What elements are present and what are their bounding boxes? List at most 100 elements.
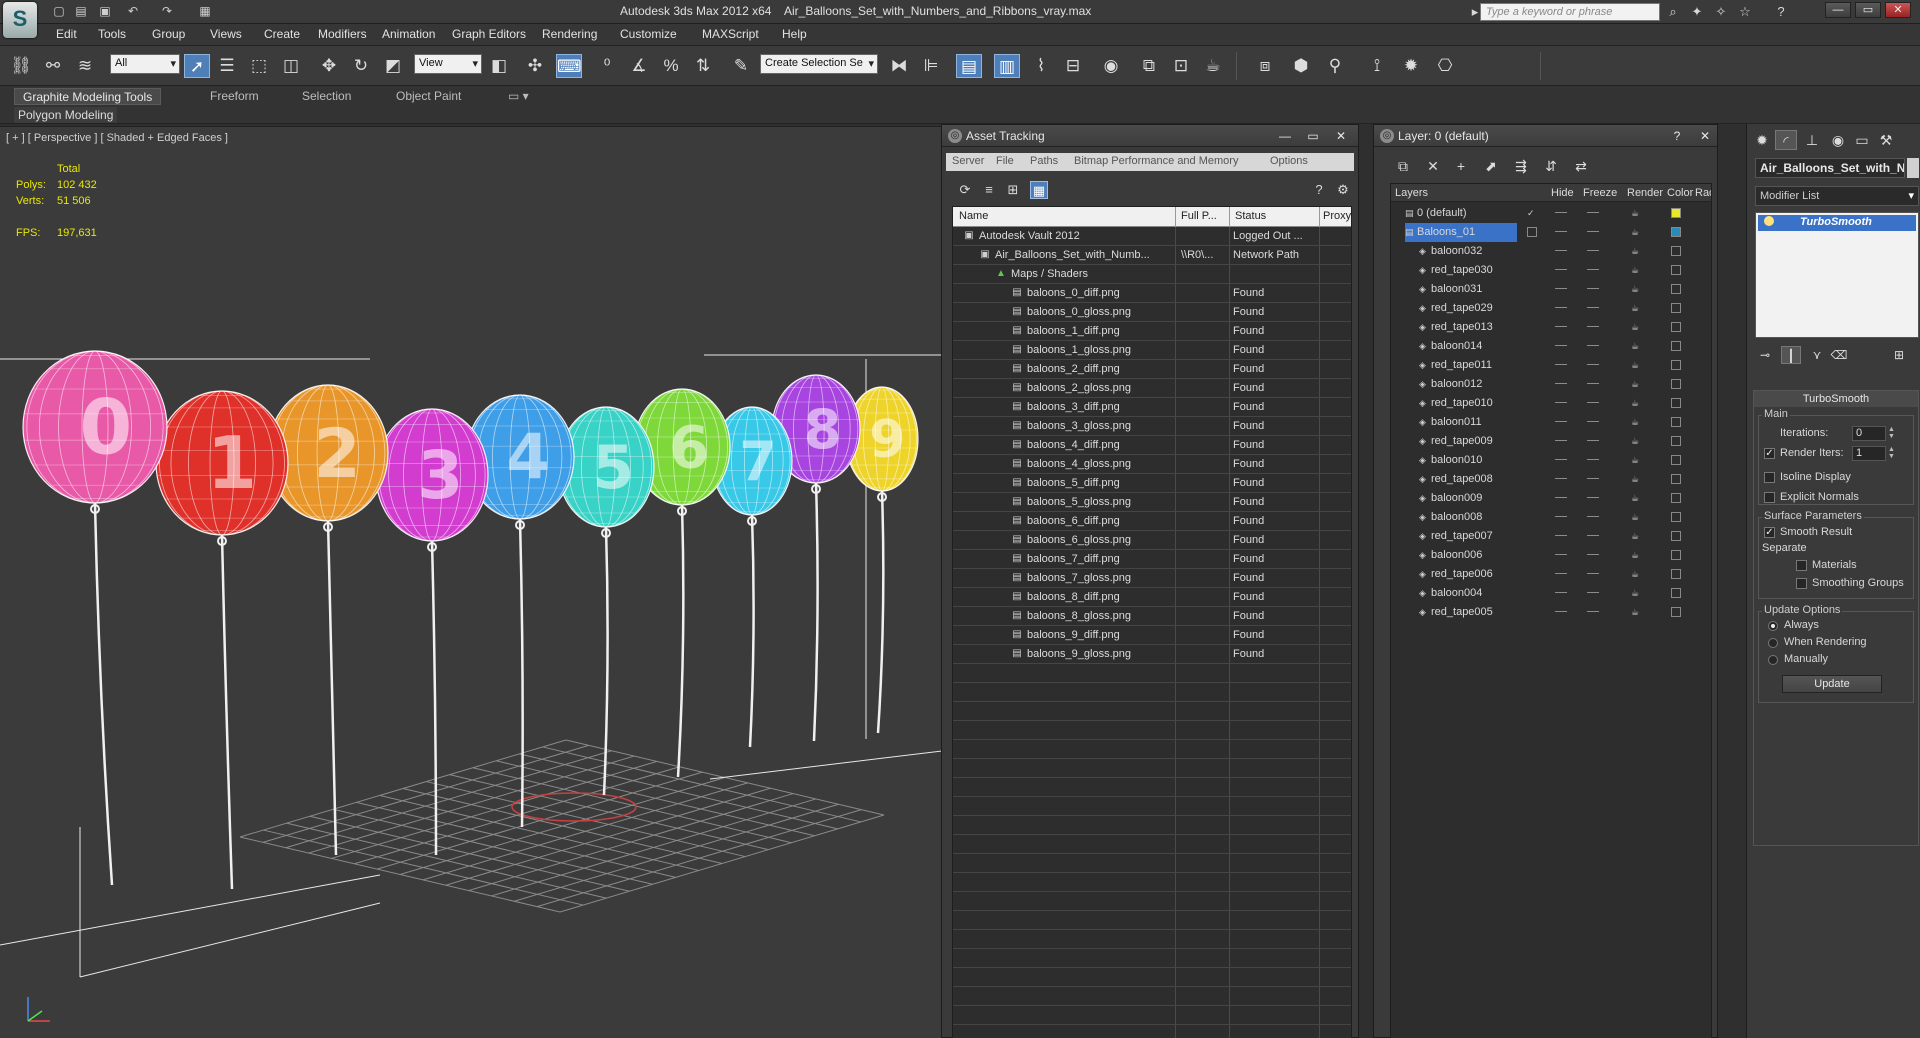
search-input[interactable]: Type a keyword or phrase <box>1480 3 1660 21</box>
asset-row[interactable]: ▤ baloons_2_diff.png Found <box>953 360 1351 379</box>
render-teapot-icon[interactable]: ☕ <box>1631 493 1641 503</box>
freeze-toggle[interactable] <box>1587 231 1599 232</box>
open-file-icon[interactable]: ▤ <box>72 3 90 20</box>
menu-create[interactable]: Create <box>264 27 300 41</box>
edit-named-selection-icon[interactable]: ✎ <box>728 54 754 78</box>
asset-menu-file[interactable]: File <box>996 155 1014 167</box>
freeze-toggle[interactable] <box>1587 250 1599 251</box>
turbosmooth-rollout-header[interactable]: TurboSmooth <box>1754 391 1918 407</box>
help-icon[interactable]: ? <box>1772 3 1790 21</box>
vray-physical-camera-icon[interactable]: ⎔ <box>1432 54 1458 78</box>
color-swatch[interactable] <box>1671 341 1681 351</box>
freeze-toggle[interactable] <box>1587 345 1599 346</box>
tab-object-paint[interactable]: Object Paint <box>388 88 469 105</box>
asset-row[interactable]: ▤ baloons_5_gloss.png Found <box>953 493 1351 512</box>
asset-row[interactable]: ▤ baloons_6_diff.png Found <box>953 512 1351 531</box>
freeze-toggle[interactable] <box>1587 212 1599 213</box>
modifier-list-dropdown[interactable]: Modifier List <box>1755 186 1919 206</box>
asset-tracking-titlebar[interactable]: ◎ Asset Tracking — ▭ ✕ <box>942 125 1358 147</box>
asset-row[interactable]: ▤ baloons_1_gloss.png Found <box>953 341 1351 360</box>
render-teapot-icon[interactable]: ☕ <box>1631 474 1641 484</box>
minimize-button[interactable]: — <box>1825 2 1851 18</box>
color-swatch[interactable] <box>1671 360 1681 370</box>
asset-help-icon[interactable]: ? <box>1310 181 1328 199</box>
show-end-result-icon[interactable]: ┃ <box>1781 346 1801 364</box>
col-status[interactable]: Status <box>1235 210 1266 222</box>
render-teapot-icon[interactable]: ☕ <box>1631 607 1641 617</box>
freeze-toggle[interactable] <box>1587 364 1599 365</box>
menu-rendering[interactable]: Rendering <box>542 27 597 41</box>
menu-group[interactable]: Group <box>152 27 185 41</box>
when-rendering-radio[interactable] <box>1768 638 1778 648</box>
col-freeze[interactable]: Freeze <box>1583 187 1617 199</box>
freeze-toggle[interactable] <box>1587 402 1599 403</box>
freeze-toggle[interactable] <box>1587 592 1599 593</box>
window-crossing-icon[interactable]: ◫ <box>278 54 304 78</box>
color-swatch[interactable] <box>1671 417 1681 427</box>
select-and-manipulate-icon[interactable]: ✣ <box>522 54 548 78</box>
keyboard-shortcut-override-icon[interactable]: ⌨ <box>556 54 582 78</box>
color-swatch[interactable] <box>1671 474 1681 484</box>
render-teapot-icon[interactable]: ☕ <box>1631 550 1641 560</box>
hide-toggle[interactable] <box>1555 459 1567 460</box>
select-and-scale-icon[interactable]: ◩ <box>380 54 406 78</box>
layer-object-row[interactable]: ◈ red_tape010 ☕ <box>1391 394 1711 413</box>
hide-toggle[interactable] <box>1555 535 1567 536</box>
asset-row[interactable]: ▣ Autodesk Vault 2012 Logged Out ... <box>953 227 1351 246</box>
schematic-view-icon[interactable]: ⊟ <box>1060 54 1086 78</box>
align-icon[interactable]: ⊫ <box>918 54 944 78</box>
menu-customize[interactable]: Customize <box>620 27 677 41</box>
layer-manager-icon[interactable]: ▤ <box>956 54 982 78</box>
vray-proxy-icon[interactable]: ⟟ <box>1364 54 1390 78</box>
freeze-toggle[interactable] <box>1587 497 1599 498</box>
render-teapot-icon[interactable]: ☕ <box>1631 303 1641 313</box>
asset-maximize-button[interactable]: ▭ <box>1300 128 1326 144</box>
color-swatch[interactable] <box>1671 379 1681 389</box>
update-button[interactable]: Update <box>1782 675 1882 693</box>
layer-object-row[interactable]: ◈ red_tape005 ☕ <box>1391 603 1711 622</box>
render-iters-spinner[interactable]: 1 <box>1852 446 1886 461</box>
perspective-viewport[interactable]: 9876543210 [ + ] [ Perspective ] [ Shade… <box>0 126 942 1038</box>
motion-tab-icon[interactable]: ◉ <box>1827 130 1849 150</box>
freeze-toggle[interactable] <box>1587 611 1599 612</box>
select-object-icon[interactable]: ➚ <box>184 54 210 78</box>
layer-titlebar[interactable]: ◎ Layer: 0 (default) ? ✕ <box>1374 125 1717 147</box>
layer-object-row[interactable]: ◈ red_tape008 ☕ <box>1391 470 1711 489</box>
asset-row[interactable]: ▤ baloons_1_diff.png Found <box>953 322 1351 341</box>
viewport-label[interactable]: [ + ] [ Perspective ] [ Shaded + Edged F… <box>6 132 228 144</box>
hide-toggle[interactable] <box>1555 231 1567 232</box>
mirror-icon[interactable]: ⧓ <box>886 54 912 78</box>
bind-to-space-warp-icon[interactable]: ≋ <box>72 54 98 78</box>
object-color-swatch[interactable] <box>1907 158 1919 178</box>
hide-toggle[interactable] <box>1555 497 1567 498</box>
snaps-toggle-icon[interactable]: ⁰ <box>594 54 620 78</box>
list-view-icon[interactable]: ≡ <box>980 181 998 199</box>
layer-object-row[interactable]: ◈ baloon004 ☕ <box>1391 584 1711 603</box>
pivot-center-icon[interactable]: ◧ <box>486 54 512 78</box>
asset-row[interactable]: ▤ baloons_2_gloss.png Found <box>953 379 1351 398</box>
asset-menu-options[interactable]: Options <box>1270 155 1308 167</box>
new-file-icon[interactable]: ▢ <box>50 3 68 20</box>
asset-row[interactable]: ▤ baloons_0_gloss.png Found <box>953 303 1351 322</box>
pin-stack-icon[interactable]: ⊸ <box>1755 346 1775 364</box>
selection-filter-dropdown[interactable]: All <box>110 54 180 74</box>
render-teapot-icon[interactable]: ☕ <box>1631 246 1641 256</box>
col-proxy[interactable]: Proxy R <box>1323 210 1351 222</box>
layer-object-row[interactable]: ◈ red_tape013 ☕ <box>1391 318 1711 337</box>
asset-menu-bitmap-performance[interactable]: Bitmap Performance and Memory <box>1074 155 1238 167</box>
render-teapot-icon[interactable]: ☕ <box>1631 436 1641 446</box>
col-layers[interactable]: Layers <box>1395 187 1428 199</box>
menu-views[interactable]: Views <box>210 27 242 41</box>
smoothing-groups-checkbox[interactable] <box>1796 578 1807 589</box>
color-swatch[interactable] <box>1671 550 1681 560</box>
menu-help[interactable]: Help <box>782 27 807 41</box>
layer-object-row[interactable]: ◈ baloon014 ☕ <box>1391 337 1711 356</box>
select-by-name-icon[interactable]: ☰ <box>214 54 240 78</box>
iterations-spinner[interactable]: 0 <box>1852 426 1886 441</box>
layer-object-row[interactable]: ◈ baloon031 ☕ <box>1391 280 1711 299</box>
delete-layer-icon[interactable]: ✕ <box>1422 157 1444 175</box>
render-teapot-icon[interactable]: ☕ <box>1631 265 1641 275</box>
layer-object-row[interactable]: ◈ red_tape006 ☕ <box>1391 565 1711 584</box>
color-swatch[interactable] <box>1671 246 1681 256</box>
color-swatch[interactable] <box>1671 265 1681 275</box>
